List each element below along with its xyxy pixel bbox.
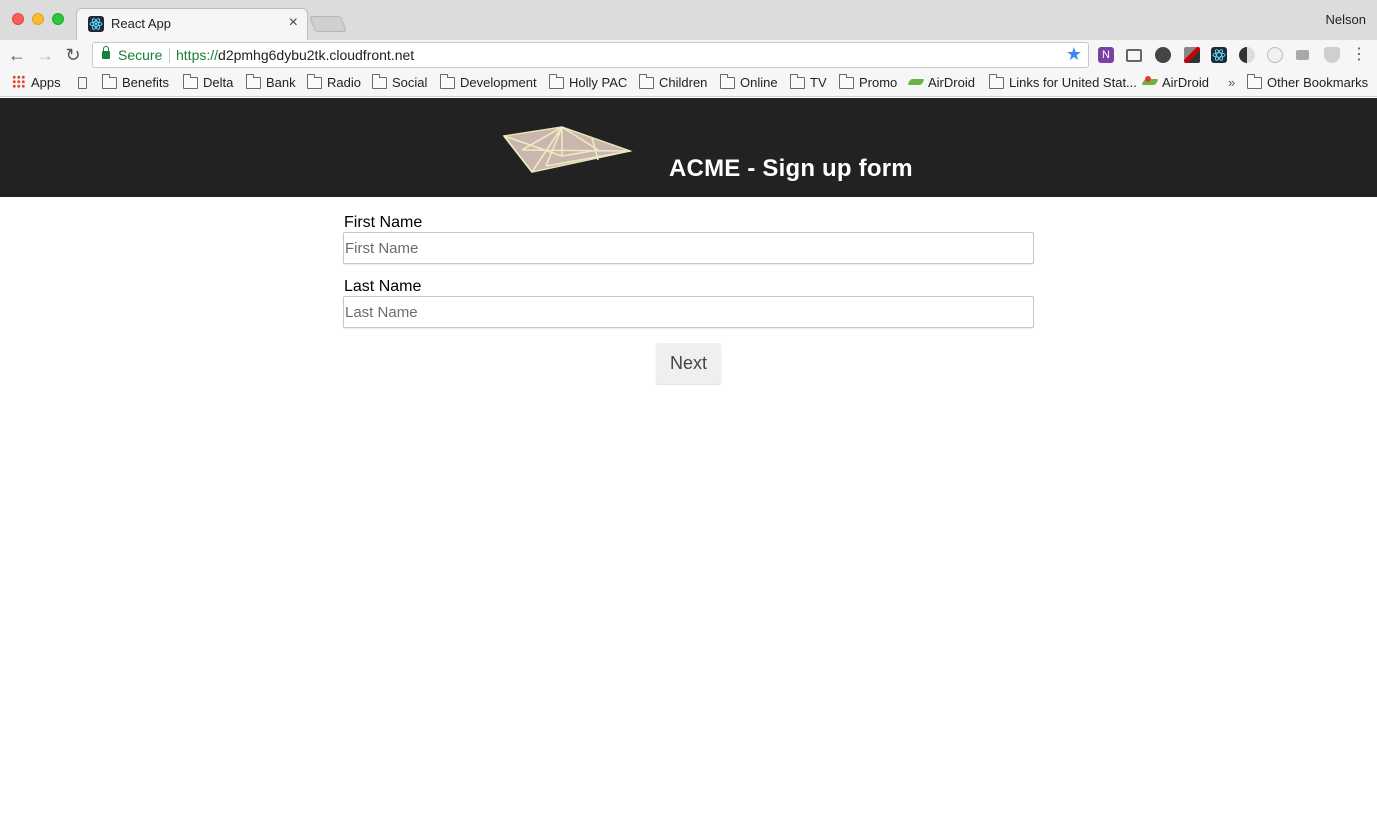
lock-icon: [102, 46, 110, 59]
bookmark-folder[interactable]: Benefits: [102, 74, 169, 91]
page-title: ACME - Sign up form: [669, 155, 913, 182]
folder-icon: [183, 74, 198, 89]
bookmark-page[interactable]: [78, 75, 87, 91]
folder-icon: [1247, 74, 1262, 89]
bookmark-folder[interactable]: TV: [790, 74, 827, 91]
url-host: d2pmhg6dybu2tk.cloudfront.net: [218, 47, 415, 63]
tab-title: React App: [111, 16, 171, 31]
url-text[interactable]: https://d2pmhg6dybu2tk.cloudfront.net: [176, 47, 414, 63]
bookmarks-overflow-icon[interactable]: »: [1228, 75, 1235, 91]
apps-grid-icon: [12, 75, 25, 88]
last-name-label: Last Name: [344, 278, 422, 295]
evernote-icon[interactable]: [1155, 47, 1171, 63]
bookmark-folder[interactable]: Delta: [183, 74, 234, 91]
eyedropper-icon[interactable]: [1184, 47, 1200, 63]
camera-icon[interactable]: [1296, 50, 1309, 60]
bookmark-label: AirDroid: [928, 75, 975, 90]
bookmark-label: Online: [740, 75, 778, 90]
bookmark-folder[interactable]: Children: [639, 74, 708, 91]
contrast-icon[interactable]: [1239, 47, 1255, 63]
airdroid-icon: [1143, 76, 1157, 87]
bookmark-label: Apps: [31, 75, 61, 90]
bookmark-folder[interactable]: Online: [720, 74, 778, 91]
maximize-window-button[interactable]: [52, 13, 64, 25]
bookmark-folder[interactable]: Development: [440, 74, 537, 91]
close-window-button[interactable]: [12, 13, 24, 25]
bookmark-label: Links for United Stat...: [1009, 75, 1137, 90]
folder-icon: [839, 74, 854, 89]
bookmark-other[interactable]: Other Bookmarks: [1247, 74, 1369, 91]
extension-icon[interactable]: [1267, 47, 1283, 63]
minimize-window-button[interactable]: [32, 13, 44, 25]
folder-icon: [246, 74, 261, 89]
bookmark-folder[interactable]: Radio: [307, 74, 361, 91]
bookmark-folder[interactable]: Social: [372, 74, 428, 91]
bookmark-label: Development: [460, 75, 537, 90]
next-button[interactable]: Next: [656, 343, 721, 384]
browser-tab[interactable]: React App ×: [76, 8, 308, 40]
bookmark-folder[interactable]: Links for United Stat...: [989, 74, 1137, 91]
react-devtools-icon[interactable]: [1211, 47, 1227, 63]
folder-icon: [440, 74, 455, 89]
shield-icon[interactable]: [1324, 47, 1340, 63]
chrome-menu-icon[interactable]: ⋮: [1349, 45, 1369, 65]
bookmark-label: AirDroid: [1162, 75, 1209, 90]
bookmark-folder[interactable]: Holly PAC: [549, 74, 628, 91]
bookmark-label: Social: [392, 75, 428, 90]
bookmark-label: Holly PAC: [569, 75, 628, 90]
folder-icon: [639, 74, 654, 89]
folder-icon: [372, 74, 387, 89]
forward-arrow-icon[interactable]: →: [35, 45, 55, 65]
cast-icon[interactable]: [1126, 49, 1142, 62]
airdroid-icon: [909, 77, 923, 87]
address-divider: [169, 48, 170, 63]
bookmark-label: Radio: [327, 75, 361, 90]
folder-icon: [790, 74, 805, 89]
bookmark-label: Bank: [266, 75, 296, 90]
bookmark-label: TV: [810, 75, 827, 90]
bookmark-label: Children: [659, 75, 708, 90]
onenote-icon[interactable]: N: [1098, 47, 1114, 63]
address-bar[interactable]: Secure https://d2pmhg6dybu2tk.cloudfront…: [92, 42, 1089, 68]
last-name-input[interactable]: [343, 296, 1034, 328]
security-label: Secure: [118, 47, 163, 63]
folder-icon: [102, 74, 117, 89]
bookmark-star-icon[interactable]: ★: [1066, 44, 1082, 65]
bookmark-label: Benefits: [122, 75, 169, 90]
profile-name[interactable]: Nelson: [1326, 12, 1366, 27]
url-scheme: https://: [176, 47, 219, 63]
bookmark-label: Other Bookmarks: [1267, 75, 1369, 90]
first-name-label: First Name: [344, 214, 423, 231]
page-icon: [78, 77, 87, 89]
react-favicon-icon: [88, 16, 104, 32]
bookmark-airdroid[interactable]: AirDroid: [1143, 75, 1209, 91]
bookmark-airdroid[interactable]: AirDroid: [909, 75, 975, 91]
close-tab-icon[interactable]: ×: [289, 14, 298, 32]
bookmark-folder[interactable]: Bank: [246, 74, 296, 91]
reload-icon[interactable]: ↻: [63, 45, 83, 65]
first-name-input[interactable]: [343, 232, 1034, 264]
folder-icon: [989, 74, 1004, 89]
folder-icon: [549, 74, 564, 89]
folder-icon: [307, 74, 322, 89]
folder-icon: [720, 74, 735, 89]
new-tab-button[interactable]: [309, 16, 347, 32]
back-arrow-icon[interactable]: ←: [7, 45, 27, 65]
bookmark-label: Delta: [203, 75, 234, 90]
browser-toolbar: ← → ↻ Secure https://d2pmhg6dybu2tk.clou…: [0, 40, 1377, 70]
tab-strip: React App × Nelson: [0, 0, 1377, 40]
bookmark-apps[interactable]: Apps: [12, 75, 61, 91]
bookmarks-bar: Apps Benefits Delta Bank Radio Social De…: [0, 70, 1377, 97]
acme-logo: [502, 126, 633, 173]
bookmark-folder[interactable]: Promo: [839, 74, 898, 91]
bookmark-label: Promo: [859, 75, 898, 90]
